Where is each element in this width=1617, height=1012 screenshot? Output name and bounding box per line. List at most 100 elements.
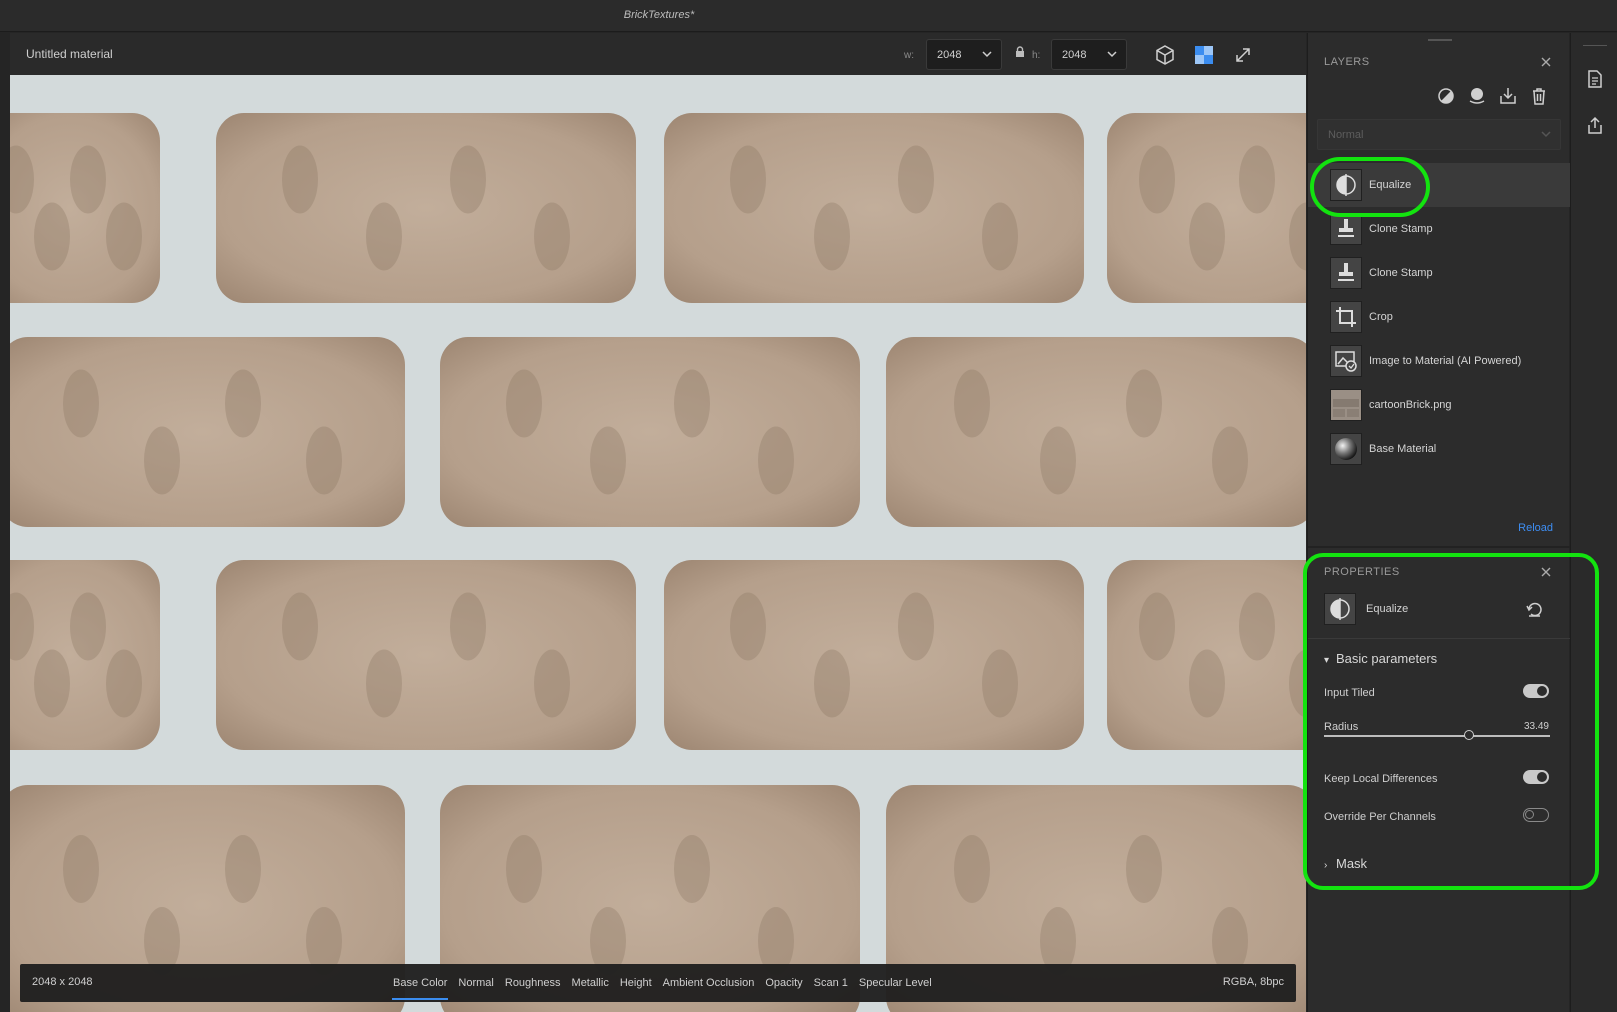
brick-stain (1212, 426, 1248, 495)
layer-label: cartoonBrick.png (1369, 399, 1452, 411)
brick-stain (982, 202, 1018, 271)
panel-grab-handle[interactable] (1428, 39, 1452, 41)
trash-icon[interactable] (1528, 85, 1550, 107)
grab-handle[interactable] (1583, 45, 1607, 46)
width-select[interactable]: 2048 (926, 39, 1002, 70)
brick-stain (1189, 649, 1225, 718)
viewport-canvas[interactable] (10, 75, 1306, 1012)
sphere-icon (1330, 433, 1362, 465)
brick-stain (898, 145, 934, 214)
fullscreen-icon[interactable] (1231, 43, 1255, 67)
brick-stain (758, 426, 794, 495)
brick (216, 113, 636, 303)
lock-icon[interactable] (1013, 45, 1027, 59)
reload-link[interactable]: Reload (1518, 522, 1553, 534)
channel-tab-height[interactable]: Height (620, 964, 652, 1002)
layer-item-cartoon-brick[interactable]: cartoonBrick.png (1308, 383, 1570, 427)
brick (664, 560, 1084, 750)
viewport-status-bar: 2048 x 2048 Base Color Normal Roughness Met… (20, 964, 1296, 1002)
section-label: Mask (1336, 856, 1368, 871)
chevron-down-icon (982, 51, 992, 58)
width-value: 2048 (937, 49, 962, 61)
title-bar: BrickTextures* (0, 0, 1617, 32)
layer-item-base-material[interactable]: Base Material (1308, 427, 1570, 471)
input-tiled-label: Input Tiled (1324, 687, 1375, 699)
brick-stain (814, 649, 850, 718)
section-label: Basic parameters (1336, 651, 1438, 666)
format-readout: RGBA, 8bpc (1222, 976, 1284, 988)
channel-tab-scan-1[interactable]: Scan 1 (814, 964, 848, 1002)
layer-item-image-to-material[interactable]: Image to Material (AI Powered) (1308, 339, 1570, 383)
channel-tab-roughness[interactable]: Roughness (505, 964, 561, 1002)
basic-parameters-header[interactable]: ▾ Basic parameters (1324, 651, 1437, 666)
channel-tab-metallic[interactable]: Metallic (572, 964, 609, 1002)
channel-tabs: Base Color Normal Roughness Metallic Height A… (391, 964, 932, 1002)
channel-tab-specular-level[interactable]: Specular Level (859, 964, 932, 1002)
blend-mode-select[interactable]: Normal (1317, 119, 1561, 150)
filter-name: Equalize (1366, 603, 1409, 615)
keep-local-differences-toggle[interactable] (1523, 770, 1549, 784)
equalize-icon (1330, 169, 1362, 201)
brick-stain (70, 592, 106, 661)
brick-stain (1139, 145, 1175, 214)
brick-stain (366, 202, 402, 271)
brick-stain (366, 649, 402, 718)
radius-slider-handle[interactable] (1463, 730, 1474, 740)
clone-stamp-icon (1330, 257, 1362, 289)
channel-tab-normal[interactable]: Normal (458, 964, 493, 1002)
layers-title: LAYERS (1324, 56, 1370, 68)
add-filter-icon[interactable] (1466, 85, 1488, 107)
reset-icon[interactable] (1525, 601, 1543, 619)
brick-stain (450, 145, 486, 214)
layer-label: Clone Stamp (1369, 223, 1433, 235)
mask-section-header[interactable]: › Mask (1324, 856, 1367, 871)
chevron-down-icon (1107, 51, 1117, 58)
brick-stain (534, 202, 570, 271)
brick-stain (674, 369, 710, 438)
channel-tab-opacity[interactable]: Opacity (765, 964, 802, 1002)
brick-stain (534, 649, 570, 718)
brick (664, 113, 1084, 303)
brick-stain (34, 649, 70, 718)
brick-stain (1126, 369, 1162, 438)
height-select[interactable]: 2048 (1051, 39, 1127, 70)
layer-item-clone-stamp[interactable]: Clone Stamp (1308, 251, 1570, 295)
close-icon[interactable] (1539, 565, 1553, 579)
import-icon[interactable] (1497, 85, 1519, 107)
brick-stain (730, 145, 766, 214)
properties-title: PROPERTIES (1324, 566, 1400, 578)
resolution-readout: 2048 x 2048 (32, 976, 93, 988)
add-fill-icon[interactable] (1435, 85, 1457, 107)
channel-tab-ambient-occlusion[interactable]: Ambient Occlusion (663, 964, 755, 1002)
radius-slider-track[interactable] (1324, 735, 1550, 737)
brick-stain (282, 592, 318, 661)
blend-mode-value: Normal (1328, 129, 1364, 141)
document-header: Untitled material w: 2048 h: 2048 (10, 33, 1306, 75)
layer-label: Crop (1369, 311, 1393, 323)
layers-properties-icon[interactable] (1584, 68, 1606, 90)
brick-stain (63, 835, 99, 903)
app-title: BrickTextures* (623, 9, 695, 21)
close-icon[interactable] (1539, 55, 1553, 69)
channel-tab-base-color[interactable]: Base Color (391, 964, 449, 1002)
height-value: 2048 (1062, 49, 1087, 61)
brick-stain (506, 835, 542, 903)
chevron-down-icon: ▾ (1324, 655, 1330, 666)
export-icon[interactable] (1584, 115, 1606, 137)
brick-stain (144, 426, 180, 495)
layer-list: Equalize Clone Stamp Clone Stamp Crop Im… (1308, 163, 1570, 471)
radius-value: 33.49 (1523, 721, 1549, 732)
brick-stain (982, 649, 1018, 718)
brick-stain (1239, 145, 1275, 214)
layer-item-crop[interactable]: Crop (1308, 295, 1570, 339)
2d-view-icon[interactable] (1192, 43, 1216, 67)
clone-stamp-icon (1330, 213, 1362, 245)
input-tiled-toggle[interactable] (1523, 684, 1549, 698)
layer-item-clone-stamp[interactable]: Clone Stamp (1308, 207, 1570, 251)
3d-view-icon[interactable] (1153, 43, 1177, 67)
layer-item-equalize[interactable]: Equalize (1308, 163, 1570, 207)
override-per-channels-toggle[interactable] (1523, 808, 1549, 822)
brick-stain (450, 592, 486, 661)
keep-local-differences-label: Keep Local Differences (1324, 773, 1438, 785)
brick-texture-image (10, 113, 1306, 1012)
